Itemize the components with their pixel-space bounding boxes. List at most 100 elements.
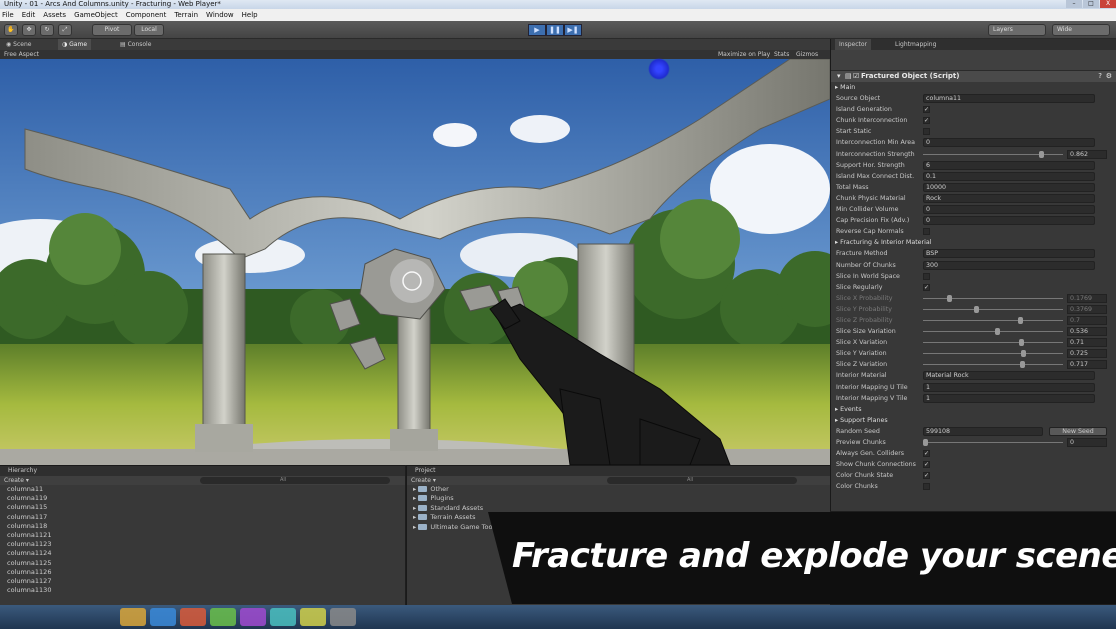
slider-value-field[interactable]: 0.725 — [1067, 349, 1107, 359]
hierarchy-item[interactable]: columna119 — [0, 494, 405, 503]
property-field[interactable]: 10000 — [923, 182, 1095, 192]
project-folder[interactable]: ▸ Other — [407, 485, 830, 494]
hierarchy-item[interactable]: columna11 — [0, 485, 405, 494]
property-checkbox[interactable]: ✓ — [923, 106, 930, 114]
property-checkbox[interactable]: ✓ — [923, 117, 930, 125]
aspect-dropdown[interactable]: Free Aspect — [4, 50, 39, 59]
property-field[interactable]: 300 — [923, 260, 1095, 270]
property-slider[interactable] — [923, 350, 1063, 358]
project-search-input[interactable]: All — [607, 477, 797, 484]
slider-value-field[interactable]: 0.3769 — [1067, 304, 1107, 314]
section-foldout[interactable]: ▸ Main — [835, 82, 855, 93]
property-field[interactable]: columna11 — [923, 94, 1095, 104]
hierarchy-tab[interactable]: Hierarchy — [0, 466, 405, 476]
property-checkbox[interactable] — [923, 483, 930, 491]
hierarchy-item[interactable]: columna118 — [0, 522, 405, 531]
property-slider[interactable] — [923, 150, 1063, 158]
slider-thumb[interactable] — [1019, 361, 1025, 369]
property-field[interactable]: 0.1 — [923, 171, 1095, 181]
property-field[interactable]: Material Rock — [923, 371, 1095, 381]
help-icon[interactable]: ? — [1098, 71, 1102, 82]
property-field[interactable]: 0 — [923, 138, 1095, 148]
property-slider[interactable] — [923, 316, 1063, 324]
close-button[interactable]: X — [1100, 0, 1116, 8]
slider-value-field[interactable]: 0.1769 — [1067, 293, 1107, 303]
taskbar-app-icon[interactable] — [300, 608, 326, 626]
stats-toggle[interactable]: Stats — [774, 50, 789, 59]
hierarchy-item[interactable]: columna1123 — [0, 540, 405, 549]
hierarchy-item[interactable]: columna1121 — [0, 531, 405, 540]
taskbar-app-icon[interactable] — [120, 608, 146, 626]
slider-value-field[interactable]: 0 — [1067, 438, 1107, 447]
property-field[interactable]: 1 — [923, 382, 1095, 392]
property-slider[interactable] — [923, 439, 1063, 446]
local-toggle[interactable]: Local — [134, 24, 164, 36]
project-folder[interactable]: ▸ Terrain Assets — [407, 513, 830, 522]
pivot-toggle[interactable]: Pivot — [92, 24, 132, 36]
hierarchy-item[interactable]: columna1126 — [0, 568, 405, 577]
hierarchy-item[interactable]: columna1124 — [0, 549, 405, 558]
property-field[interactable]: BSP — [923, 249, 1095, 259]
property-checkbox[interactable]: ✓ — [923, 461, 930, 469]
taskbar-app-icon[interactable] — [240, 608, 266, 626]
tab-game[interactable]: ◑ Game — [58, 39, 92, 50]
hierarchy-item[interactable]: columna115 — [0, 503, 405, 512]
slider-value-field[interactable]: 0.7 — [1067, 315, 1107, 325]
taskbar-app-icon[interactable] — [150, 608, 176, 626]
menu-gameobject[interactable]: GameObject — [74, 11, 118, 19]
slider-thumb[interactable] — [1020, 350, 1026, 358]
property-field[interactable]: 6 — [923, 160, 1095, 170]
project-folder[interactable]: ▸ Standard Assets — [407, 504, 830, 513]
slider-thumb[interactable] — [947, 294, 953, 302]
hierarchy-item[interactable]: columna1130 — [0, 586, 405, 595]
property-checkbox[interactable] — [923, 128, 930, 136]
slider-thumb[interactable] — [923, 439, 928, 446]
menu-window[interactable]: Window — [206, 11, 234, 19]
hierarchy-item[interactable]: columna1125 — [0, 559, 405, 568]
gear-icon[interactable]: ⚙ — [1106, 71, 1112, 82]
section-foldout[interactable]: ▸ Support Planes — [835, 415, 888, 426]
property-field[interactable]: 0 — [923, 205, 1095, 215]
property-field[interactable]: 1 — [923, 393, 1095, 403]
property-checkbox[interactable] — [923, 228, 930, 236]
menu-terrain[interactable]: Terrain — [174, 11, 198, 19]
slider-value-field[interactable]: 0.536 — [1067, 327, 1107, 337]
taskbar-app-icon[interactable] — [270, 608, 296, 626]
hand-tool-icon[interactable]: ✋ — [4, 24, 18, 36]
section-foldout[interactable]: ▸ Events — [835, 404, 862, 415]
step-button[interactable]: ▶❚ — [564, 24, 582, 36]
menu-edit[interactable]: Edit — [22, 11, 36, 19]
rotate-tool-icon[interactable]: ↻ — [40, 24, 54, 36]
play-button[interactable]: ▶ — [528, 24, 546, 36]
property-slider[interactable] — [923, 328, 1063, 336]
property-checkbox[interactable]: ✓ — [923, 450, 930, 458]
menu-help[interactable]: Help — [242, 11, 258, 19]
layout-dropdown[interactable]: Wide — [1052, 24, 1110, 36]
slider-thumb[interactable] — [995, 328, 1001, 336]
menu-file[interactable]: File — [2, 11, 14, 19]
hierarchy-create-button[interactable]: Create ▾ — [4, 477, 29, 484]
project-folder[interactable]: ▸ Ultimate Game Tools — [407, 523, 830, 532]
property-checkbox[interactable]: ✓ — [923, 472, 930, 480]
hierarchy-item[interactable]: columna1127 — [0, 577, 405, 586]
property-checkbox[interactable] — [923, 272, 930, 280]
slider-value-field[interactable]: 0.862 — [1067, 149, 1107, 159]
property-field[interactable]: Rock — [923, 193, 1095, 203]
layers-dropdown[interactable]: Layers — [988, 24, 1046, 36]
project-create-button[interactable]: Create ▾ — [411, 477, 436, 484]
taskbar-app-icon[interactable] — [180, 608, 206, 626]
property-slider[interactable] — [923, 305, 1063, 313]
slider-thumb[interactable] — [1017, 316, 1023, 324]
maximize-button[interactable]: □ — [1083, 0, 1099, 8]
slider-value-field[interactable]: 0.717 — [1067, 360, 1107, 370]
maximize-on-play-toggle[interactable]: Maximize on Play — [718, 50, 770, 59]
property-checkbox[interactable]: ✓ — [923, 283, 930, 291]
foldout-icon[interactable]: ▾ — [837, 71, 841, 82]
component-enabled-checkbox[interactable]: ☑ — [853, 71, 859, 82]
section-foldout[interactable]: ▸ Fracturing & Interior Material — [835, 237, 932, 248]
property-field[interactable]: 0 — [923, 216, 1095, 226]
game-viewport[interactable] — [0, 59, 830, 465]
slider-thumb[interactable] — [1039, 150, 1045, 158]
property-slider[interactable] — [923, 361, 1063, 369]
pause-button[interactable]: ❚❚ — [546, 24, 564, 36]
